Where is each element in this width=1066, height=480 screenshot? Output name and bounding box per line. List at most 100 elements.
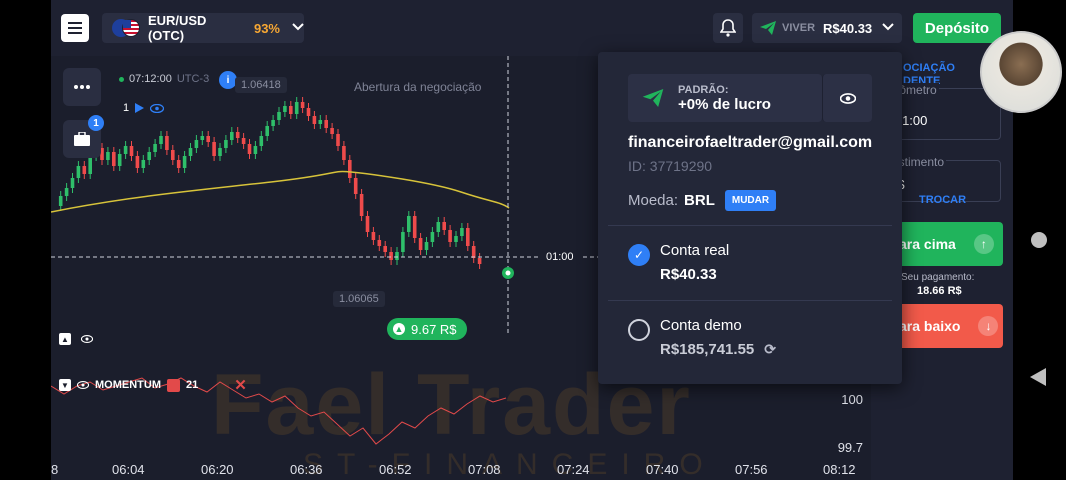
dots-icon	[74, 85, 90, 89]
candle-body	[212, 142, 216, 156]
indicator-bar: ▼ MOMENTUM 21 ✕	[59, 376, 247, 394]
deposit-button[interactable]: Depósito	[913, 13, 1001, 43]
candle-body	[147, 152, 151, 160]
candle-body	[324, 120, 328, 128]
pending-trade-title-line1: OCIAÇÃO	[903, 62, 955, 74]
collapse-up-icon[interactable]: ▲	[59, 333, 71, 345]
candle-body	[389, 252, 393, 260]
account-popup: PADRÃO: +0% de lucro financeirofaeltrade…	[598, 52, 902, 384]
play-icon	[135, 103, 145, 113]
candle-body	[336, 134, 340, 146]
trade-amount: 9.67 R$	[411, 321, 457, 337]
candle-body	[265, 126, 269, 136]
change-currency-button[interactable]: MUDAR	[724, 190, 777, 211]
candle-body	[230, 132, 234, 140]
x-tick: 07:56	[735, 462, 768, 477]
timezone-value: UTC-3	[176, 73, 210, 85]
trading-app: EUR/USD (OTC) 93% VIVER R$40.33 Depósito…	[51, 0, 1013, 480]
candle-body	[259, 136, 264, 146]
candle-body	[64, 188, 69, 196]
indicator-color-swatch[interactable]	[167, 378, 180, 392]
candle-body	[454, 236, 458, 242]
candle-body	[224, 140, 228, 148]
indicator-name: MOMENTUM	[95, 379, 161, 391]
candle-body	[442, 222, 446, 230]
switch-button[interactable]: TROCAR	[919, 194, 966, 206]
arrow-down-icon: ↓	[978, 316, 999, 336]
candle-body	[418, 238, 423, 250]
eye-icon[interactable]	[81, 335, 93, 343]
candle-body	[159, 136, 163, 144]
candle-body	[371, 232, 376, 240]
y-tick: 100	[841, 392, 863, 407]
x-tick: 07:08	[468, 462, 501, 477]
eye-icon[interactable]	[77, 381, 89, 389]
chevron-down-icon	[292, 22, 304, 34]
arrow-up-icon: ▲	[393, 323, 405, 335]
candle-body	[383, 246, 387, 252]
candle-body	[318, 120, 323, 124]
candle-body	[407, 216, 411, 232]
home-nav-icon[interactable]	[1031, 232, 1047, 248]
timer-label: 01:00	[540, 249, 580, 265]
eye-icon	[150, 103, 165, 113]
candle-body	[466, 228, 470, 246]
briefcase-icon	[74, 132, 90, 146]
check-icon: ✓	[628, 244, 650, 266]
x-tick: 07:40	[646, 462, 679, 477]
buy-up-label: ara cima	[899, 236, 956, 252]
demo-account-option[interactable]: Conta demo R$185,741.55 ⟳	[628, 317, 776, 358]
candle-body	[306, 108, 311, 116]
candle-body	[401, 232, 405, 252]
time-value: 07:12:00	[129, 73, 172, 85]
demo-account-label: Conta demo	[660, 317, 742, 334]
server-time: 07:12:00 UTC-3	[119, 73, 209, 85]
candle-body	[112, 152, 116, 166]
account-balance: R$40.33	[823, 20, 873, 36]
notifications-button[interactable]	[713, 13, 743, 43]
candle-body	[294, 102, 299, 114]
more-options-button[interactable]	[63, 68, 101, 106]
candle-body	[377, 240, 382, 246]
candle-body	[353, 178, 358, 194]
candle-body	[82, 166, 87, 174]
refresh-icon[interactable]: ⟳	[764, 341, 776, 358]
candle-body	[348, 160, 352, 178]
collapse-down-icon[interactable]: ▼	[59, 379, 71, 391]
candle-body	[182, 156, 187, 168]
account-selector[interactable]: VIVER R$40.33	[752, 13, 902, 43]
candle-body	[271, 120, 275, 126]
candle-body	[247, 144, 252, 154]
paper-plane-icon	[642, 89, 664, 107]
account-tier-card[interactable]: PADRÃO: +0% de lucro	[628, 74, 822, 122]
candle-body	[448, 230, 452, 242]
account-mode: VIVER	[782, 22, 816, 34]
hide-balance-button[interactable]	[822, 74, 872, 122]
candle-body	[171, 150, 175, 160]
candle-body	[471, 246, 476, 258]
close-x-icon[interactable]: ✕	[234, 376, 247, 394]
candle-body	[412, 216, 417, 238]
back-nav-icon[interactable]	[1030, 368, 1046, 386]
arrow-up-icon: ↑	[973, 234, 994, 254]
candle-body	[342, 146, 346, 160]
price-low-label: 1.06065	[333, 291, 385, 307]
candle-body	[277, 112, 281, 120]
live-dot	[119, 76, 124, 82]
hamburger-icon[interactable]	[61, 14, 89, 42]
candle-body	[460, 228, 464, 236]
paper-plane-icon	[760, 21, 776, 35]
asset-name: EUR/USD (OTC)	[147, 13, 207, 43]
candle-body	[58, 196, 63, 206]
candle-body	[165, 136, 169, 150]
trades-indicator[interactable]: 1	[123, 102, 165, 114]
candle-body	[88, 156, 92, 174]
real-account-label: Conta real	[660, 242, 730, 259]
candle-body	[283, 106, 287, 112]
candle-body	[430, 232, 435, 242]
currency-flags	[112, 19, 140, 37]
asset-selector[interactable]: EUR/USD (OTC) 93%	[102, 13, 304, 43]
open-trade-label[interactable]: ▲ 9.67 R$	[387, 318, 467, 340]
collapse-row: ▲	[59, 333, 93, 345]
real-account-option[interactable]: ✓ Conta real R$40.33	[628, 242, 729, 283]
